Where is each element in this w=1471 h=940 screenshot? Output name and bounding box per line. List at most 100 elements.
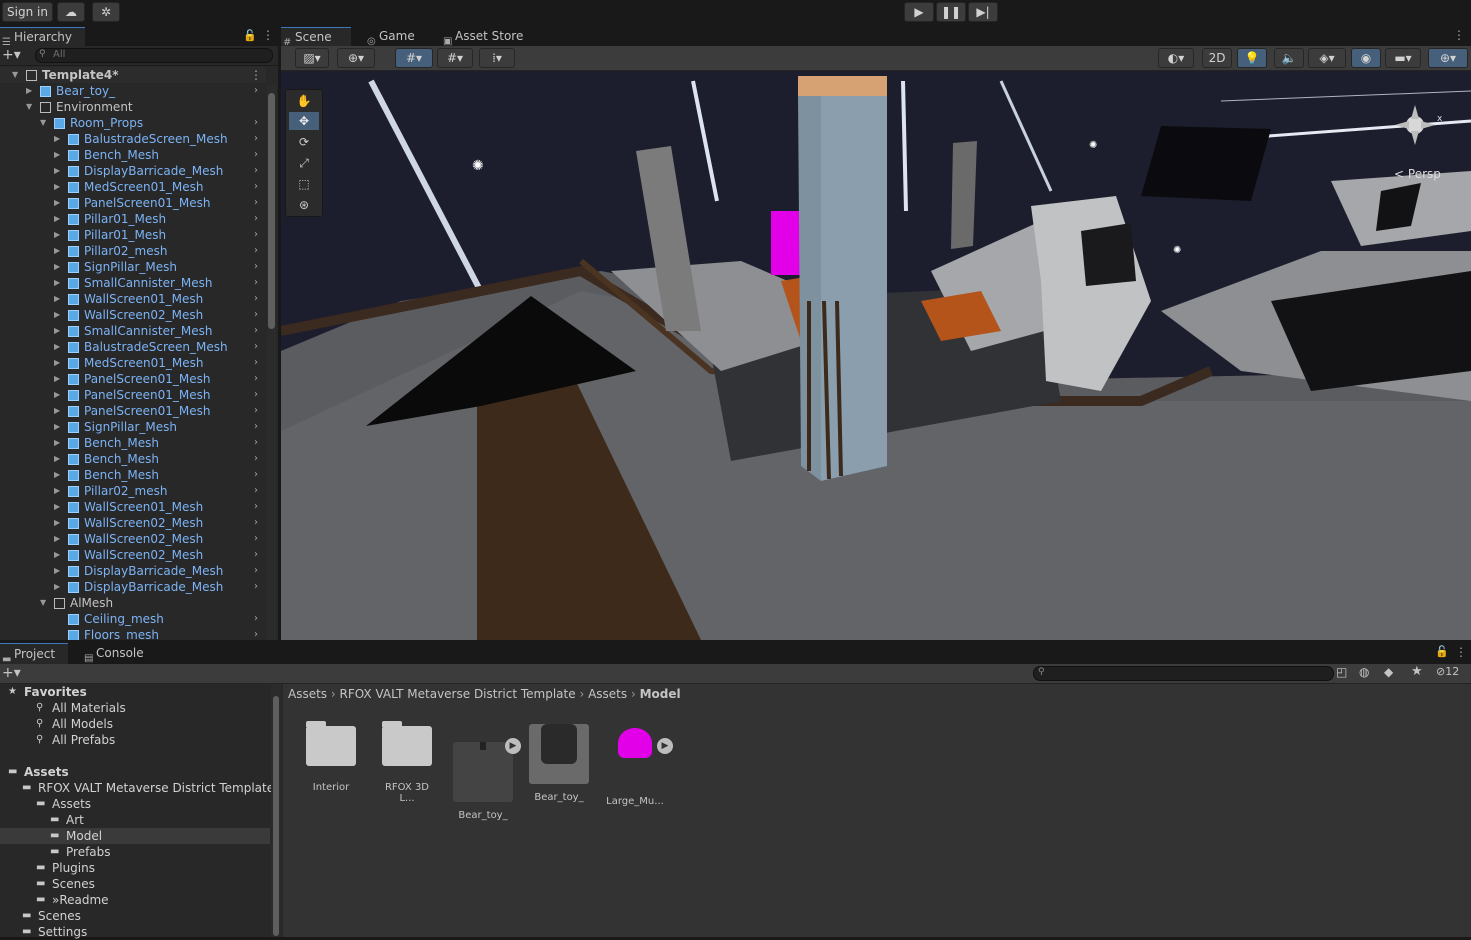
expand-arrow-icon[interactable]: ▶ <box>54 355 64 371</box>
kebab-menu-icon[interactable]: ⋮ <box>1453 28 1465 42</box>
hierarchy-row[interactable]: ▶ WallScreen01_Mesh › <box>0 499 266 515</box>
chevron-right-icon[interactable]: › <box>254 355 258 371</box>
search-by-type-icon[interactable]: ◰ <box>1336 665 1347 679</box>
hierarchy-row[interactable]: ▶ WallScreen01_Mesh › <box>0 291 266 307</box>
hand-tool-icon[interactable]: ✋ <box>289 92 319 110</box>
rect-tool-icon[interactable]: ⬚ <box>289 175 319 193</box>
tab-game[interactable]: ◎ Game <box>365 27 435 47</box>
folder-tree-item[interactable]: ⚲ All Models <box>0 716 270 732</box>
star-icon[interactable]: ★ <box>1411 664 1423 679</box>
chevron-right-icon[interactable]: › <box>254 227 258 243</box>
chevron-right-icon[interactable]: › <box>254 627 258 640</box>
tab-scene[interactable]: # Scene <box>281 27 351 48</box>
expand-arrow-icon[interactable]: ▶ <box>54 419 64 435</box>
hierarchy-row[interactable]: ▶ MedScreen01_Mesh › <box>0 355 266 371</box>
tab-hierarchy[interactable]: ☰ Hierarchy <box>0 27 85 48</box>
hidden-objects-icon[interactable]: ◉ <box>1351 48 1381 68</box>
folder-tree-item[interactable]: ⚲ All Materials <box>0 700 270 716</box>
sign-in-button[interactable]: Sign in <box>2 2 53 22</box>
hierarchy-row[interactable]: ▶ Pillar01_Mesh › <box>0 227 266 243</box>
hierarchy-row[interactable]: Floors_mesh › <box>0 627 266 640</box>
chevron-right-icon[interactable]: › <box>254 211 258 227</box>
project-search-input[interactable]: ⚲ <box>1033 666 1334 681</box>
hierarchy-row[interactable]: Ceiling_mesh › <box>0 611 266 627</box>
chevron-right-icon[interactable]: › <box>254 83 258 99</box>
asset-item[interactable]: ▶ Large_Mu... <box>604 714 673 807</box>
chevron-right-icon[interactable]: › <box>254 515 258 531</box>
expand-arrow-icon[interactable]: ▶ <box>54 339 64 355</box>
folder-tree-item[interactable]: ▬ Assets <box>0 764 270 780</box>
hierarchy-row[interactable]: ▶ Pillar02_mesh › <box>0 243 266 259</box>
hierarchy-row[interactable]: ▼ AlMesh <box>0 595 266 611</box>
expand-arrow-icon[interactable]: ▶ <box>54 307 64 323</box>
hierarchy-search-input[interactable]: ⚲ All <box>35 48 273 63</box>
chevron-right-icon[interactable]: › <box>254 403 258 419</box>
chevron-right-icon[interactable]: › <box>254 307 258 323</box>
hierarchy-row[interactable]: ▶ PanelScreen01_Mesh › <box>0 195 266 211</box>
hierarchy-row[interactable]: ▶ SmallCannister_Mesh › <box>0 323 266 339</box>
kebab-menu-icon[interactable]: ⋮ <box>1455 645 1467 659</box>
folder-tree-item[interactable]: ▬ Prefabs <box>0 844 270 860</box>
hierarchy-row[interactable]: ▶ BalustradeScreen_Mesh › <box>0 339 266 355</box>
chevron-right-icon[interactable]: › <box>254 163 258 179</box>
asset-item[interactable]: Interior <box>300 714 362 793</box>
pause-button[interactable]: ❚❚ <box>936 2 966 22</box>
chevron-right-icon[interactable]: › <box>254 291 258 307</box>
camera-dropdown[interactable]: ▬▾ <box>1385 48 1421 68</box>
expand-arrow-icon[interactable]: ▶ <box>54 403 64 419</box>
collab-icon[interactable]: ✲ <box>92 2 120 22</box>
scale-tool-icon[interactable]: ⤢ <box>289 154 319 172</box>
expand-arrow-icon[interactable]: ▶ <box>54 531 64 547</box>
hierarchy-row[interactable]: ▶ Bench_Mesh › <box>0 451 266 467</box>
lock-icon[interactable]: 🔓 <box>243 29 257 42</box>
hierarchy-row[interactable]: ▶ SignPillar_Mesh › <box>0 419 266 435</box>
chevron-right-icon[interactable]: › <box>254 339 258 355</box>
hidden-packages-toggle[interactable]: ⊘12 <box>1436 665 1459 678</box>
transform-tool-icon[interactable]: ⊛ <box>289 196 319 214</box>
expand-play-icon[interactable]: ▶ <box>505 738 521 754</box>
folder-tree-item[interactable]: ▬ Art <box>0 812 270 828</box>
add-icon[interactable]: +▾ <box>2 47 21 63</box>
expand-arrow-icon[interactable]: ▶ <box>54 275 64 291</box>
hierarchy-row[interactable]: ▶ DisplayBarricade_Mesh › <box>0 579 266 595</box>
chevron-right-icon[interactable]: › <box>254 275 258 291</box>
expand-arrow-icon[interactable]: ▶ <box>54 499 64 515</box>
chevron-right-icon[interactable]: › <box>254 467 258 483</box>
expand-arrow-icon[interactable]: ▶ <box>54 387 64 403</box>
audio-icon[interactable]: 🔈 <box>1274 48 1304 68</box>
hierarchy-row[interactable]: ▶ DisplayBarricade_Mesh › <box>0 163 266 179</box>
expand-arrow-icon[interactable]: ▶ <box>54 563 64 579</box>
chevron-right-icon[interactable]: › <box>254 419 258 435</box>
hierarchy-scrollbar[interactable] <box>267 85 276 640</box>
hierarchy-row[interactable]: ▼ Room_Props › <box>0 115 266 131</box>
expand-play-icon[interactable]: ▶ <box>657 738 673 754</box>
folder-tree-item[interactable]: ▬ Scenes <box>0 876 270 892</box>
expand-arrow-icon[interactable]: ▼ <box>40 595 50 611</box>
chevron-right-icon[interactable]: › <box>254 611 258 627</box>
hierarchy-row[interactable]: ▼ Template4* ⋮ <box>0 67 266 83</box>
chevron-right-icon[interactable]: › <box>254 259 258 275</box>
hierarchy-row[interactable]: ▶ WallScreen02_Mesh › <box>0 515 266 531</box>
folder-tree-item[interactable]: ▬ Plugins <box>0 860 270 876</box>
folder-tree-item[interactable]: ▬ Assets <box>0 796 270 812</box>
gizmos-dropdown[interactable]: ⊕▾ <box>1428 48 1468 68</box>
folder-tree-item[interactable]: ★ Favorites <box>0 684 270 700</box>
expand-arrow-icon[interactable]: ▶ <box>54 435 64 451</box>
expand-arrow-icon[interactable]: ▶ <box>54 515 64 531</box>
chevron-right-icon[interactable]: › <box>254 323 258 339</box>
chevron-right-icon[interactable]: › <box>254 531 258 547</box>
expand-arrow-icon[interactable]: ▼ <box>12 67 22 83</box>
folder-tree-item[interactable]: ▬ Settings <box>0 924 270 940</box>
chevron-right-icon[interactable]: › <box>254 499 258 515</box>
chevron-right-icon[interactable]: › <box>254 451 258 467</box>
lighting-icon[interactable]: 💡 <box>1237 48 1267 68</box>
tab-asset-store[interactable]: ▣ Asset Store <box>441 27 536 47</box>
expand-arrow-icon[interactable]: ▶ <box>54 243 64 259</box>
grid-visibility-toggle[interactable]: #▾ <box>437 48 473 68</box>
expand-arrow-icon[interactable]: ▶ <box>54 451 64 467</box>
expand-arrow-icon[interactable]: ▶ <box>54 291 64 307</box>
expand-arrow-icon[interactable]: ▶ <box>54 467 64 483</box>
orientation-gizmo[interactable]: x <box>1391 101 1451 161</box>
effects-dropdown[interactable]: ◈▾ <box>1308 48 1346 68</box>
chevron-right-icon[interactable]: › <box>254 563 258 579</box>
